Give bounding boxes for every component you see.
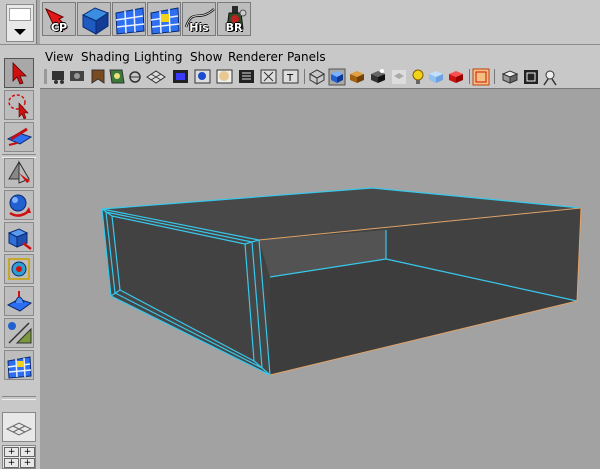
menu-lighting[interactable]: Lighting — [134, 50, 183, 64]
rotate-tool-icon — [9, 194, 31, 217]
shelf: CP His BR — [0, 0, 600, 45]
menu-show[interactable]: Show — [190, 50, 222, 64]
grid-icon — [115, 7, 145, 35]
four-view-layout-button[interactable]: + + + + — [2, 445, 36, 469]
cp-button[interactable]: CP — [42, 2, 76, 36]
toolbox-divider — [2, 396, 36, 400]
br-button[interactable]: BR — [217, 2, 251, 36]
show-manipulator-icon — [8, 322, 32, 344]
toolbox — [0, 56, 38, 469]
scale-tool-icon — [7, 228, 32, 250]
universal-manipulator-button[interactable] — [4, 254, 34, 284]
move-tool-icon — [8, 160, 30, 184]
menu-shading[interactable]: Shading — [81, 50, 130, 64]
toolbar-separator — [494, 69, 495, 84]
hud-icon[interactable] — [501, 70, 519, 84]
shadows-icon[interactable] — [392, 70, 406, 84]
blue-cube-icon — [81, 7, 110, 35]
menu-view[interactable]: View — [45, 50, 73, 64]
soft-modification-icon — [6, 291, 33, 312]
his-button-label: His — [189, 21, 209, 34]
select-camera-icon[interactable] — [52, 71, 64, 84]
chevron-down-icon — [14, 29, 26, 35]
quad-view-icon: + — [20, 447, 35, 457]
xray-joints-icon[interactable] — [449, 71, 463, 83]
scale-tool-button[interactable] — [4, 222, 34, 252]
smooth-shade-icon[interactable] — [328, 68, 346, 86]
lasso-tool-icon — [8, 94, 29, 119]
shelf-divider — [36, 0, 40, 44]
textured-icon[interactable] — [350, 71, 364, 83]
menu-renderer[interactable]: Renderer — [228, 50, 283, 64]
gate-mask-icon[interactable] — [216, 69, 233, 84]
menu-panels[interactable]: Panels — [287, 50, 326, 64]
select-tool-button[interactable] — [4, 58, 34, 88]
wireframe-on-shaded-icon[interactable] — [524, 70, 538, 84]
film-gate-icon[interactable] — [173, 70, 188, 83]
light-bulb-icon[interactable] — [412, 69, 424, 84]
quad-view-icon: + — [20, 458, 35, 468]
safe-title-icon[interactable]: T — [282, 69, 299, 84]
last-tool-button[interactable] — [4, 350, 34, 380]
toolbar-separator — [469, 69, 470, 84]
xray-icon[interactable] — [429, 71, 443, 83]
resolution-gate-icon[interactable] — [194, 69, 211, 84]
grid-button-2[interactable] — [147, 2, 181, 36]
grid-button-1[interactable] — [112, 2, 146, 36]
scene-svg — [101, 187, 582, 377]
isolate-select-icon[interactable] — [472, 68, 490, 86]
paint-select-tool-icon — [6, 127, 33, 146]
quad-view-icon: + — [4, 458, 19, 468]
single-perspective-layout-button[interactable] — [2, 412, 36, 442]
his-button[interactable]: His — [182, 2, 216, 36]
soft-modification-button[interactable] — [4, 286, 34, 316]
shelf-tab-field[interactable] — [9, 8, 31, 21]
cp-button-label: CP — [50, 21, 68, 34]
perspective-viewport[interactable] — [40, 89, 600, 469]
lasso-tool-button[interactable] — [4, 90, 34, 120]
br-button-label: BR — [225, 21, 243, 34]
quad-view-icon: + — [4, 447, 19, 457]
cube-button[interactable] — [77, 2, 111, 36]
rotate-tool-button[interactable] — [4, 190, 34, 220]
universal-manipulator-icon — [8, 258, 30, 280]
toolbar-separator — [304, 69, 305, 84]
tool-settings-icon[interactable] — [543, 70, 557, 86]
toolbar-grip-icon — [44, 69, 47, 84]
grid-yellow-icon — [150, 7, 180, 35]
move-tool-button[interactable] — [4, 158, 34, 188]
safe-action-icon[interactable] — [260, 69, 277, 84]
camera-attributes-icon[interactable] — [70, 71, 84, 81]
two-d-pan-zoom-icon[interactable] — [129, 71, 141, 83]
select-tool-icon — [12, 62, 27, 85]
shelf-tab-dropdown[interactable] — [6, 4, 34, 42]
image-plane-icon[interactable] — [109, 69, 125, 84]
field-chart-icon[interactable] — [239, 70, 254, 83]
wireframe-icon[interactable] — [308, 69, 326, 85]
panel-menubar: View Shading Lighting Show Renderer Pane… — [40, 48, 600, 66]
grease-pencil-icon[interactable] — [146, 70, 166, 84]
show-manipulator-button[interactable] — [4, 318, 34, 348]
perspective-grid-icon — [5, 422, 33, 436]
bookmark-icon[interactable] — [91, 69, 105, 84]
svg-text:T: T — [286, 73, 294, 84]
panel-toolbar: T — [40, 66, 600, 89]
paint-select-tool-button[interactable] — [4, 122, 34, 152]
use-all-lights-icon[interactable] — [371, 69, 385, 83]
last-tool-icon — [7, 356, 32, 379]
